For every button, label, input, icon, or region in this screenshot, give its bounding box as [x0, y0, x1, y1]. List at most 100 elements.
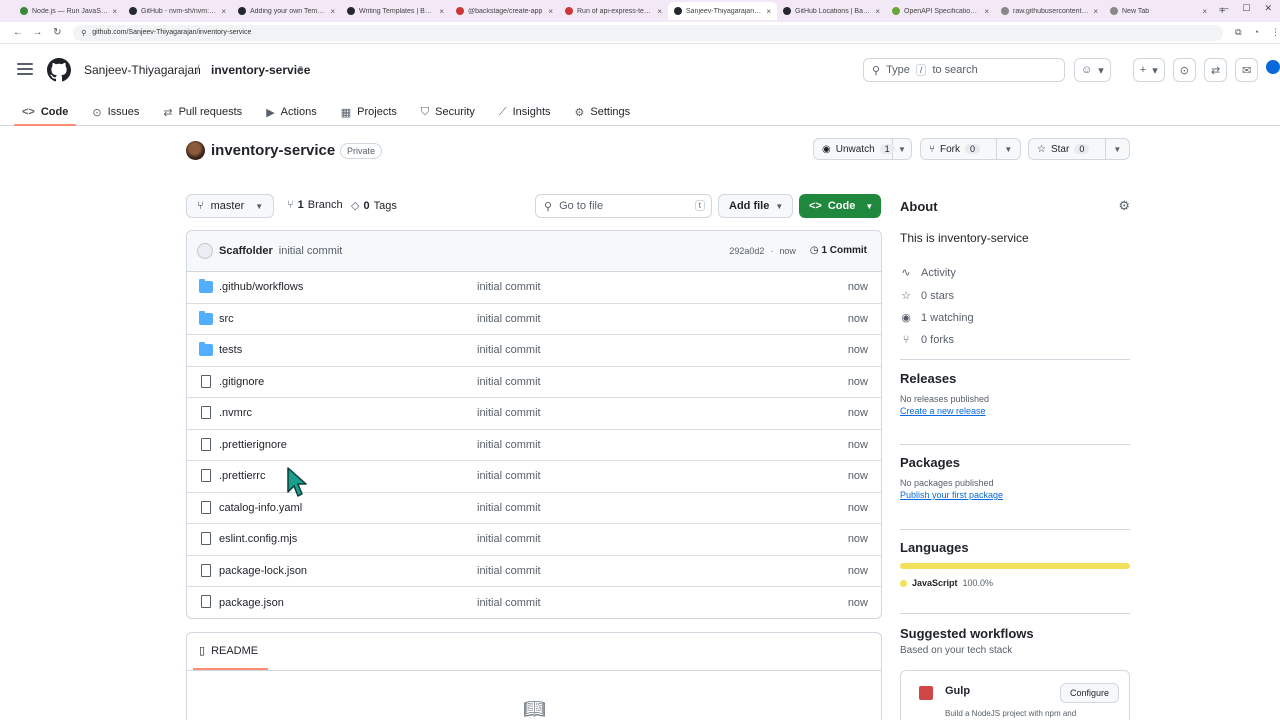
close-tab-icon[interactable]: × — [1202, 7, 1207, 16]
file-row[interactable]: tests initial commit now — [187, 335, 881, 367]
about-stat[interactable]: ◉ 1 watching — [900, 311, 973, 325]
file-commit-message[interactable]: initial commit — [477, 313, 541, 325]
browser-tab[interactable]: OpenAPI Specification - V × — [886, 2, 995, 20]
browser-tab[interactable]: Adding your own Template × — [232, 2, 341, 20]
tab-insights[interactable]: ⟋ Insights — [491, 98, 559, 126]
file-row[interactable]: package-lock.json initial commit now — [187, 556, 881, 587]
about-stat[interactable]: ∿ Activity — [900, 266, 955, 280]
file-name[interactable]: package-lock.json — [219, 565, 307, 577]
about-stat[interactable]: ☆ 0 stars — [900, 289, 954, 303]
hamburger-menu-icon[interactable] — [14, 60, 36, 80]
file-row[interactable]: .nvmrc initial commit now — [187, 398, 881, 430]
file-commit-message[interactable]: initial commit — [477, 597, 541, 609]
file-name[interactable]: .github/workflows — [219, 281, 303, 293]
file-commit-message[interactable]: initial commit — [477, 344, 541, 356]
go-to-file-input[interactable]: ⚲ Go to file t — [535, 194, 712, 218]
close-tab-icon[interactable]: × — [439, 7, 444, 16]
file-name[interactable]: eslint.config.mjs — [219, 533, 297, 545]
close-tab-icon[interactable]: × — [548, 7, 553, 16]
browser-tab[interactable]: Sanjeev-Thiyagarajan/inv × — [668, 2, 777, 20]
gear-icon[interactable]: ⚙ — [1118, 198, 1130, 214]
close-tab-icon[interactable]: × — [984, 7, 989, 16]
file-commit-message[interactable]: initial commit — [477, 407, 541, 419]
file-commit-message[interactable]: initial commit — [477, 439, 541, 451]
file-name[interactable]: src — [219, 313, 234, 325]
repo-title[interactable]: inventory-service — [211, 142, 335, 159]
github-logo-icon[interactable] — [47, 58, 71, 82]
extension-icon[interactable]: ⧉ — [1235, 27, 1241, 38]
watch-dropdown[interactable]: ▼ — [893, 139, 911, 159]
search-input[interactable]: ⚲ Type / to search — [863, 58, 1065, 82]
file-commit-message[interactable]: initial commit — [477, 470, 541, 482]
fork-dropdown[interactable]: ▼ — [997, 139, 1020, 159]
copilot-button[interactable]: ☺ ▾ — [1074, 58, 1111, 82]
browser-tab[interactable]: raw.githubusercontent.co × — [995, 2, 1104, 20]
configure-button[interactable]: Configure — [1059, 683, 1119, 703]
close-tab-icon[interactable]: × — [1093, 7, 1098, 16]
readme-tab[interactable]: ▯ README — [192, 644, 269, 670]
close-tab-icon[interactable]: × — [875, 7, 880, 16]
url-input[interactable]: ⚲ github.com/Sanjeev-Thiyagarajan/invent… — [73, 24, 1224, 41]
inbox-button[interactable]: ✉ — [1235, 58, 1259, 82]
tags-link[interactable]: ◇ 0 Tags — [351, 199, 397, 213]
repo-name-link[interactable]: inventory-service — [211, 63, 310, 77]
file-name[interactable]: .gitignore — [219, 376, 264, 388]
close-tab-icon[interactable]: × — [330, 7, 335, 16]
close-window-icon[interactable]: ✕ — [1264, 3, 1272, 14]
file-row[interactable]: .gitignore initial commit now — [187, 367, 881, 398]
tab-code[interactable]: <> Code — [14, 98, 77, 126]
menu-icon[interactable]: ⋮ — [1271, 27, 1280, 38]
close-tab-icon[interactable]: × — [112, 7, 117, 16]
releases-heading[interactable]: Releases — [900, 371, 1130, 386]
browser-tab[interactable]: New Tab × — [1104, 2, 1213, 20]
file-name[interactable]: .prettierignore — [219, 439, 287, 451]
tab-security[interactable]: ⛉ Security — [413, 98, 483, 126]
tab-settings[interactable]: ⚙ Settings — [567, 98, 639, 126]
pull-requests-button[interactable]: ⇄ — [1203, 58, 1228, 82]
profile-icon[interactable]: ◔ — [1254, 27, 1259, 38]
code-button[interactable]: <> Code ▼ — [799, 194, 881, 218]
site-info-icon[interactable]: ⚲ — [81, 29, 86, 37]
close-tab-icon[interactable]: × — [766, 7, 771, 16]
tab-actions[interactable]: ▶ Actions — [258, 98, 325, 126]
create-release-link[interactable]: Create a new release — [900, 406, 1130, 416]
about-stat[interactable]: ⑂ 0 forks — [900, 334, 954, 346]
star-button[interactable]: ☆ Star 0 — [1029, 139, 1106, 159]
commit-author[interactable]: Scaffolder — [219, 245, 273, 257]
commits-link[interactable]: ◷ 1 Commit — [810, 245, 867, 256]
browser-tab[interactable]: @backstage/create-app × — [450, 2, 559, 20]
tab-issues[interactable]: ⊙ Issues — [84, 98, 147, 126]
unwatch-button[interactable]: ◉ Unwatch 1 — [814, 139, 895, 159]
tab-projects[interactable]: ▦ Projects — [333, 98, 405, 126]
maximize-icon[interactable]: ☐ — [1242, 3, 1250, 14]
file-row[interactable]: package.json initial commit now — [187, 587, 881, 618]
file-commit-message[interactable]: initial commit — [477, 533, 541, 545]
language-item[interactable]: JavaScript 100.0% — [900, 578, 1130, 588]
browser-tab[interactable]: GitHub Locations | Backst × — [777, 2, 886, 20]
packages-heading[interactable]: Packages — [900, 455, 1130, 470]
branches-link[interactable]: ⑂ 1 Branch — [287, 199, 343, 211]
file-name[interactable]: catalog-info.yaml — [219, 502, 302, 514]
close-tab-icon[interactable]: × — [221, 7, 226, 16]
file-row[interactable]: .prettierignore initial commit now — [187, 430, 881, 461]
publish-package-link[interactable]: Publish your first package — [900, 490, 1130, 500]
reload-icon[interactable]: ↻ — [47, 27, 67, 38]
close-tab-icon[interactable]: × — [657, 7, 662, 16]
owner-link[interactable]: Sanjeev-Thiyagarajan — [84, 63, 201, 77]
browser-tab[interactable]: Writing Templates | Backs × — [341, 2, 450, 20]
file-commit-message[interactable]: initial commit — [477, 565, 541, 577]
commit-message[interactable]: initial commit — [279, 245, 343, 257]
file-name[interactable]: package.json — [219, 597, 284, 609]
file-row[interactable]: .github/workflows initial commit now — [187, 272, 881, 304]
minimize-icon[interactable]: — — [1219, 3, 1228, 14]
back-icon[interactable]: ← — [8, 27, 28, 38]
commit-sha[interactable]: 292a0d2 — [729, 246, 764, 256]
browser-tab[interactable]: GitHub - nvm-sh/nvm: No × — [123, 2, 232, 20]
add-file-button[interactable]: Add file ▼ — [718, 194, 793, 218]
forward-icon[interactable]: → — [28, 27, 48, 38]
fork-button[interactable]: ⑂ Fork 0 — [921, 139, 997, 159]
browser-tab[interactable]: Node.js — Run JavaScript × — [14, 2, 123, 20]
file-commit-message[interactable]: initial commit — [477, 376, 541, 388]
file-commit-message[interactable]: initial commit — [477, 281, 541, 293]
file-name[interactable]: .prettierrc — [219, 470, 265, 482]
